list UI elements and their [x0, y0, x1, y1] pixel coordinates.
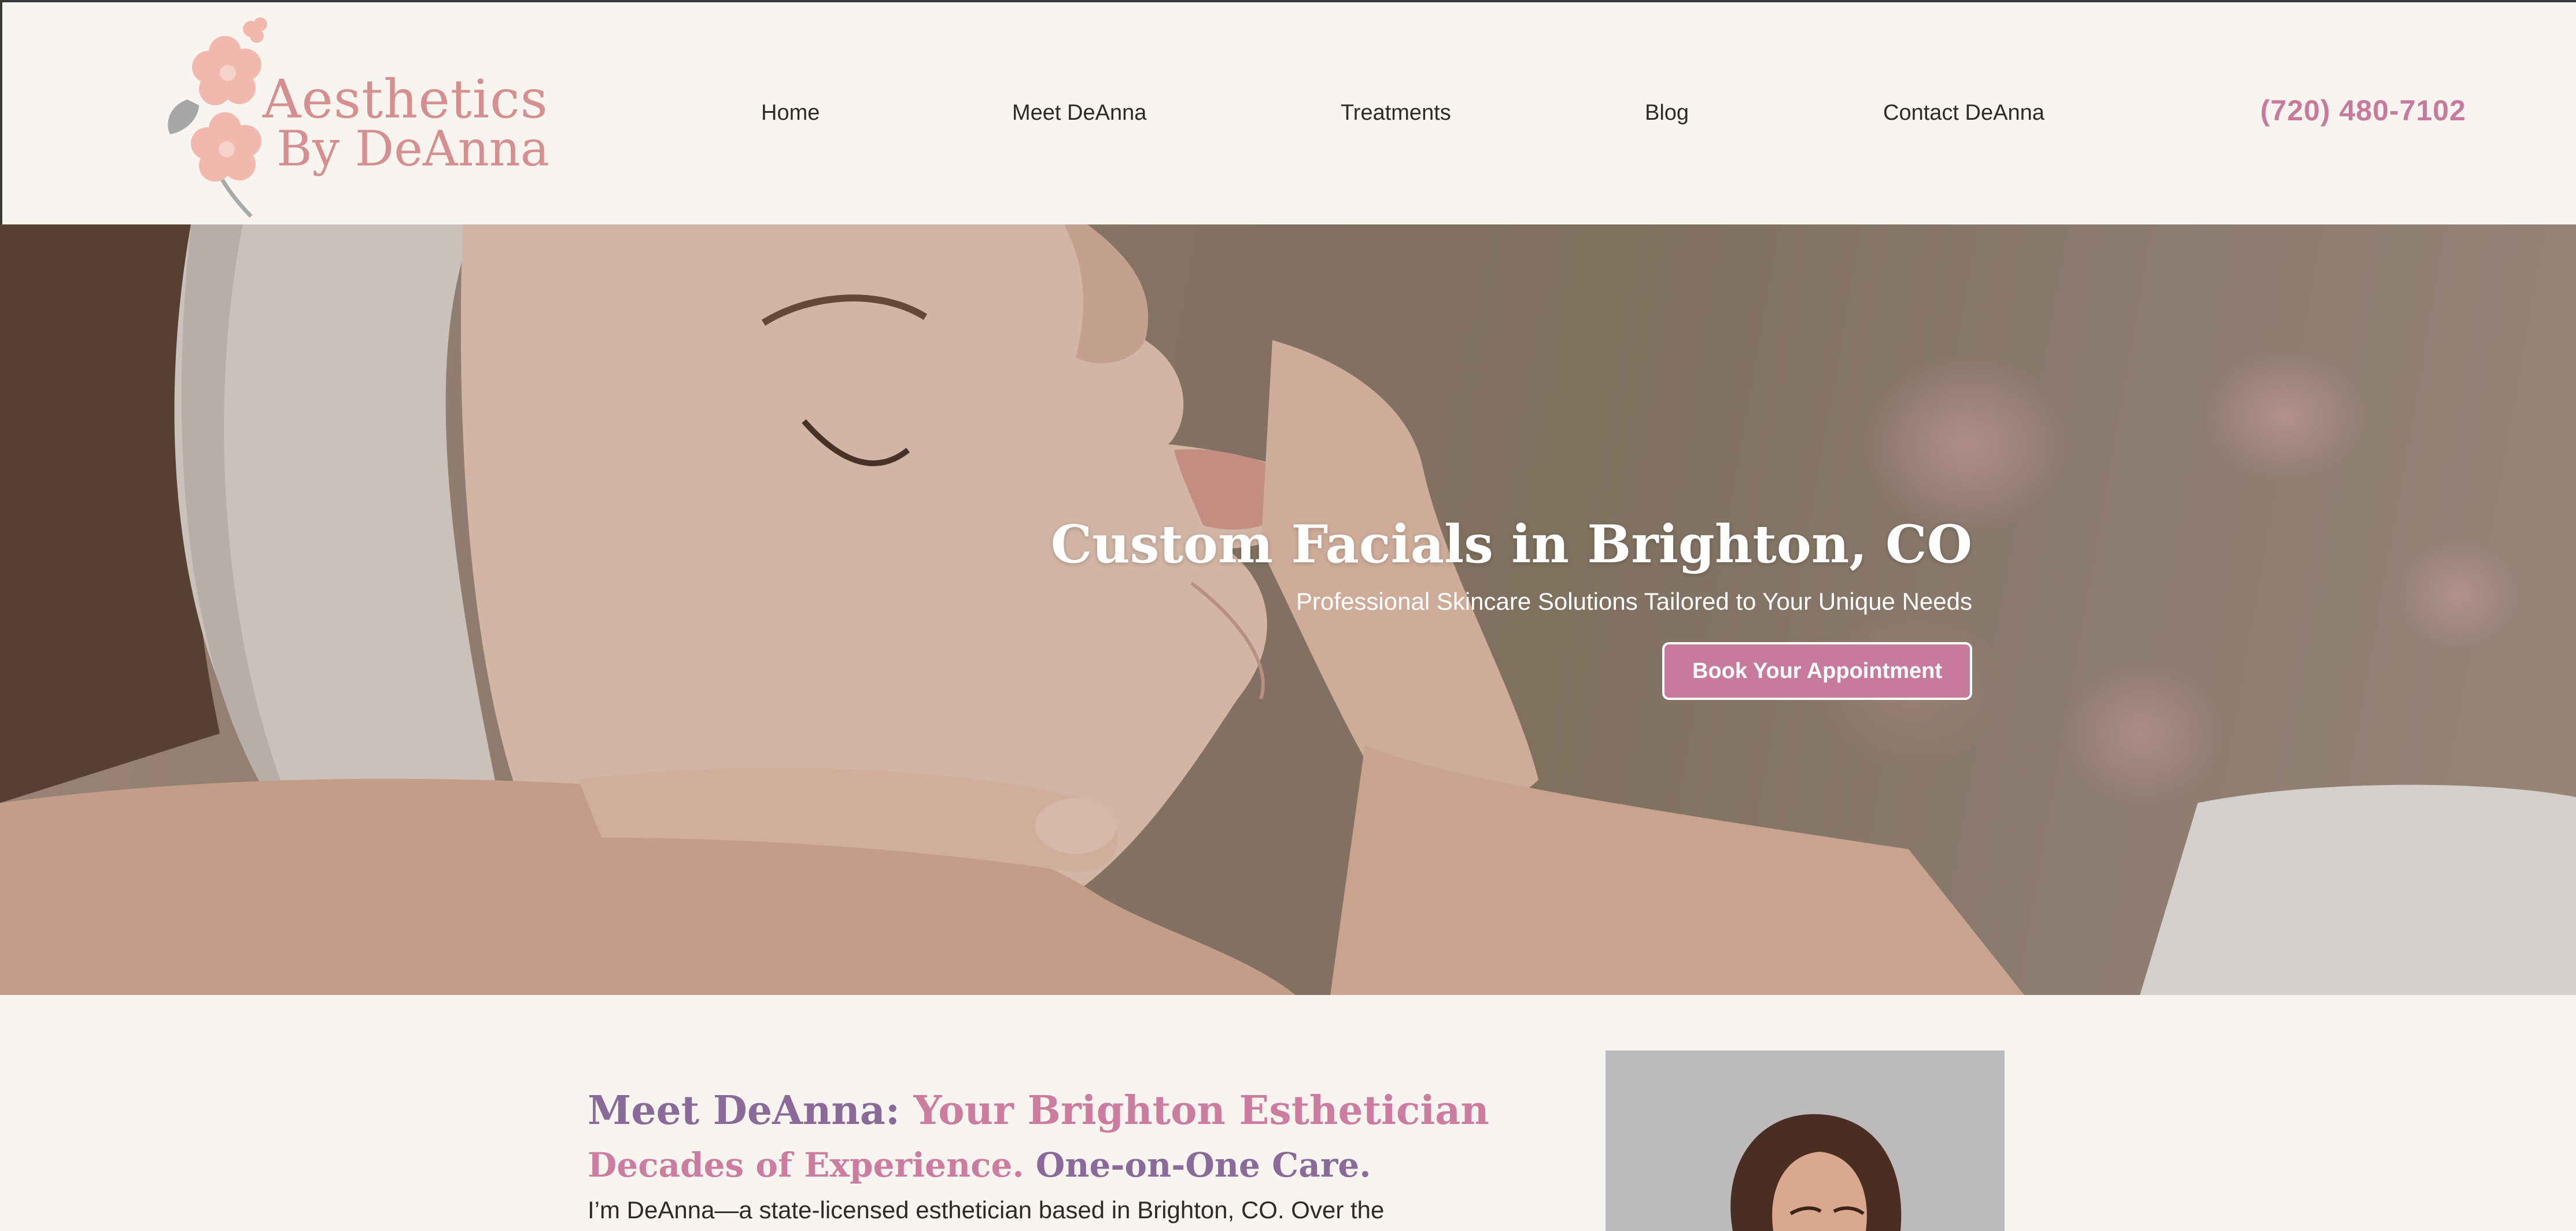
site-header: Aesthetics By DeAnna Home Meet DeAnna Tr…: [0, 0, 2576, 224]
meet-heading-part2: Your Brighton Esthetician: [913, 1088, 1489, 1134]
meet-paragraph: I’m DeAnna—a state-licensed esthetician …: [588, 1196, 1385, 1223]
phone-link[interactable]: (720) 480-7102: [2260, 94, 2466, 127]
hero-subtitle: Professional Skincare Solutions Tailored…: [1296, 588, 1972, 615]
meet-heading-part1: Meet DeAnna:: [588, 1088, 900, 1134]
meet-subheading: Decades of Experience. One-on-One Care.: [588, 1145, 1371, 1185]
main-nav: Home Meet DeAnna Treatments Blog Contact…: [2, 101, 2576, 135]
book-appointment-button[interactable]: Book Your Appointment: [1662, 642, 1972, 700]
nav-meet-deanna[interactable]: Meet DeAnna: [1012, 101, 1146, 126]
hero-title: Custom Facials in Brighton, CO: [1050, 514, 1972, 575]
meet-deanna-section: Meet DeAnna: Your Brighton Esthetician D…: [0, 995, 2576, 1231]
meet-subheading-part1: Decades of Experience.: [588, 1145, 1024, 1185]
nav-home[interactable]: Home: [761, 101, 820, 126]
portrait-image: [1606, 1051, 2005, 1231]
nav-blog[interactable]: Blog: [1645, 101, 1689, 126]
hero-image: [0, 224, 2576, 995]
hero-banner: Custom Facials in Brighton, CO Professio…: [0, 224, 2576, 995]
meet-heading: Meet DeAnna: Your Brighton Esthetician: [588, 1088, 1489, 1134]
nav-contact-deanna[interactable]: Contact DeAnna: [1883, 101, 2044, 126]
nav-treatments[interactable]: Treatments: [1341, 101, 1451, 126]
deanna-portrait: [1606, 1051, 2005, 1231]
meet-subheading-part2: One-on-One Care.: [1035, 1145, 1371, 1185]
